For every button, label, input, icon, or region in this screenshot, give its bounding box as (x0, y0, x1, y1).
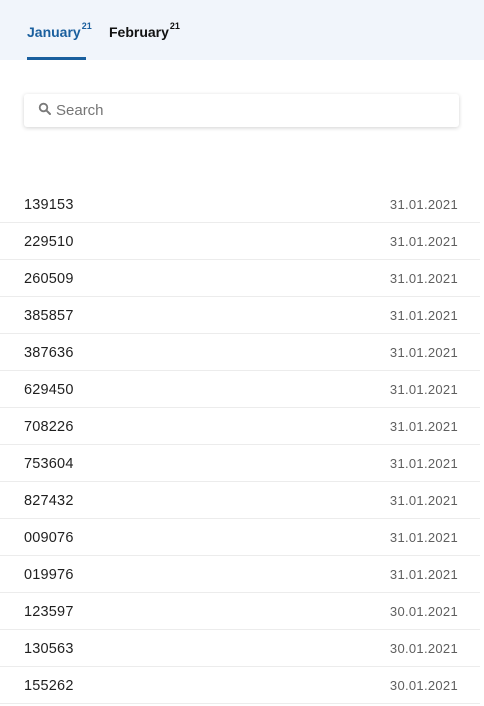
item-number: 155262 (24, 678, 74, 694)
list-item[interactable]: 387636 31.01.2021 (0, 334, 480, 371)
item-number: 009076 (24, 530, 74, 546)
item-number: 229510 (24, 234, 74, 250)
item-date: 31.01.2021 (389, 567, 458, 582)
item-date: 31.01.2021 (389, 197, 458, 212)
list-item[interactable]: 229510 31.01.2021 (0, 223, 480, 260)
list-item[interactable]: 827432 31.01.2021 (0, 482, 480, 519)
item-date: 31.01.2021 (389, 308, 458, 323)
tab-january-label: January (27, 24, 81, 40)
item-number: 123597 (24, 604, 74, 620)
tab-january-count: 21 (81, 21, 92, 31)
list-item[interactable]: 385857 31.01.2021 (0, 297, 480, 334)
tab-february-count: 21 (169, 21, 180, 31)
search-icon (38, 102, 51, 115)
month-tab-bar: January21 February21 (0, 0, 484, 60)
list-item[interactable]: 753604 31.01.2021 (0, 445, 480, 482)
list-item[interactable]: 019976 31.01.2021 (0, 556, 480, 593)
tab-february[interactable]: February21 (109, 0, 180, 60)
search-input[interactable] (56, 94, 451, 127)
list-item[interactable]: 260509 31.01.2021 (0, 260, 480, 297)
item-date: 31.01.2021 (389, 271, 458, 286)
item-date: 31.01.2021 (389, 493, 458, 508)
item-number: 827432 (24, 493, 74, 509)
item-date: 31.01.2021 (389, 530, 458, 545)
item-number: 387636 (24, 345, 74, 361)
item-date: 31.01.2021 (389, 456, 458, 471)
item-date: 31.01.2021 (389, 419, 458, 434)
item-number: 139153 (24, 197, 74, 213)
search-box (24, 94, 459, 127)
list-item[interactable]: 139153 31.01.2021 (0, 186, 480, 223)
list-item[interactable]: 123597 30.01.2021 (0, 593, 480, 630)
record-list: 139153 31.01.2021 229510 31.01.2021 260509 31… (0, 186, 484, 704)
list-item[interactable]: 708226 31.01.2021 (0, 408, 480, 445)
list-item[interactable]: 629450 31.01.2021 (0, 371, 480, 408)
item-number: 260509 (24, 271, 74, 287)
item-date: 31.01.2021 (389, 382, 458, 397)
item-number: 385857 (24, 308, 74, 324)
item-date: 31.01.2021 (389, 234, 458, 249)
tab-february-label: February (109, 24, 169, 40)
item-date: 30.01.2021 (389, 604, 458, 619)
item-date: 30.01.2021 (389, 641, 458, 656)
tab-january[interactable]: January21 (27, 0, 92, 60)
active-tab-indicator (27, 57, 86, 60)
item-number: 629450 (24, 382, 74, 398)
item-date: 30.01.2021 (389, 678, 458, 693)
list-item[interactable]: 009076 31.01.2021 (0, 519, 480, 556)
item-date: 31.01.2021 (389, 345, 458, 360)
item-number: 753604 (24, 456, 74, 472)
list-item[interactable]: 130563 30.01.2021 (0, 630, 480, 667)
list-item[interactable]: 155262 30.01.2021 (0, 667, 480, 704)
item-number: 130563 (24, 641, 74, 657)
item-number: 019976 (24, 567, 74, 583)
item-number: 708226 (24, 419, 74, 435)
